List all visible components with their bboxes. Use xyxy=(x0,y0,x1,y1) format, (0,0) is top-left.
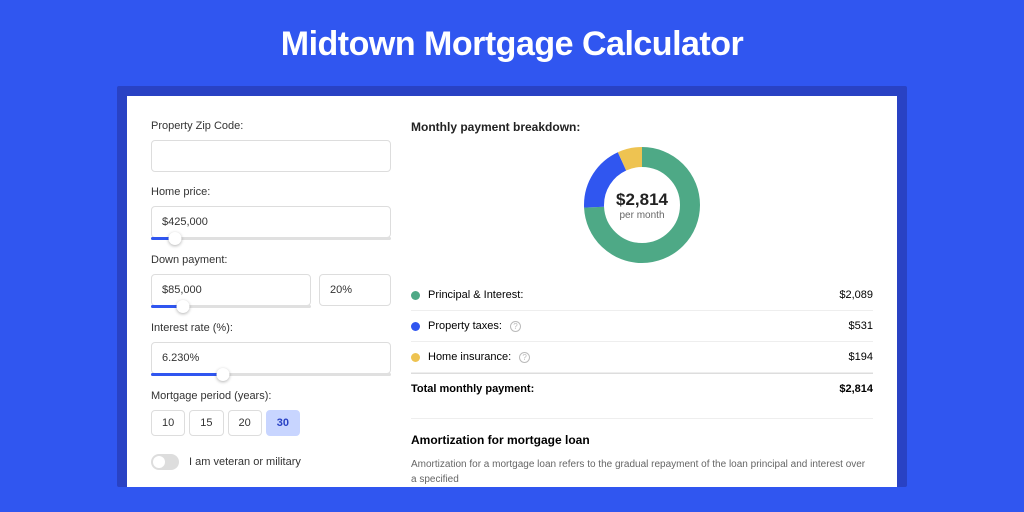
period-pills: 10 15 20 30 xyxy=(151,410,391,436)
zip-input[interactable] xyxy=(151,140,391,172)
breakdown-label: Home insurance: xyxy=(428,351,511,363)
field-down-payment: Down payment: xyxy=(151,254,391,308)
total-value: $2,814 xyxy=(839,383,873,395)
slider-thumb[interactable] xyxy=(169,232,182,245)
breakdown-value: $2,089 xyxy=(839,289,873,301)
veteran-toggle[interactable] xyxy=(151,454,179,470)
interest-rate-input[interactable] xyxy=(151,342,391,374)
field-home-price: Home price: xyxy=(151,186,391,240)
breakdown-row-principal: Principal & Interest: $2,089 xyxy=(411,280,873,311)
period-option-30[interactable]: 30 xyxy=(266,410,300,436)
field-zip: Property Zip Code: xyxy=(151,120,391,172)
inputs-panel: Property Zip Code: Home price: Down paym… xyxy=(151,120,391,487)
amortization-text: Amortization for a mortgage loan refers … xyxy=(411,457,873,487)
amortization-title: Amortization for mortgage loan xyxy=(411,433,873,447)
breakdown-label: Property taxes: xyxy=(428,320,502,332)
toggle-knob xyxy=(153,456,165,468)
amortization-section: Amortization for mortgage loan Amortizat… xyxy=(411,418,873,487)
breakdown-title: Monthly payment breakdown: xyxy=(411,120,873,134)
down-payment-slider[interactable] xyxy=(151,305,311,308)
breakdown-row-taxes: Property taxes: ? $531 xyxy=(411,311,873,342)
home-price-input[interactable] xyxy=(151,206,391,238)
donut-center: $2,814 per month xyxy=(581,144,703,266)
calculator-card: Property Zip Code: Home price: Down paym… xyxy=(127,96,897,487)
breakdown-label: Principal & Interest: xyxy=(428,289,523,301)
period-label: Mortgage period (years): xyxy=(151,390,391,402)
home-price-slider[interactable] xyxy=(151,237,391,240)
interest-rate-slider[interactable] xyxy=(151,373,391,376)
donut-sub: per month xyxy=(619,210,664,221)
down-payment-percent-input[interactable] xyxy=(319,274,391,306)
slider-thumb[interactable] xyxy=(177,300,190,313)
down-payment-label: Down payment: xyxy=(151,254,391,266)
home-price-label: Home price: xyxy=(151,186,391,198)
dot-icon xyxy=(411,353,420,362)
card-frame: Property Zip Code: Home price: Down paym… xyxy=(117,86,907,487)
info-icon[interactable]: ? xyxy=(510,321,521,332)
period-option-15[interactable]: 15 xyxy=(189,410,223,436)
slider-fill xyxy=(151,373,223,376)
veteran-toggle-row: I am veteran or military xyxy=(151,454,391,470)
zip-label: Property Zip Code: xyxy=(151,120,391,132)
donut-chart: $2,814 per month xyxy=(581,144,703,266)
breakdown-value: $194 xyxy=(849,351,873,363)
dot-icon xyxy=(411,291,420,300)
field-interest-rate: Interest rate (%): xyxy=(151,322,391,376)
dot-icon xyxy=(411,322,420,331)
page-title: Midtown Mortgage Calculator xyxy=(281,25,744,64)
interest-rate-label: Interest rate (%): xyxy=(151,322,391,334)
donut-chart-wrap: $2,814 per month xyxy=(411,144,873,266)
slider-thumb[interactable] xyxy=(217,368,230,381)
period-option-10[interactable]: 10 xyxy=(151,410,185,436)
field-period: Mortgage period (years): 10 15 20 30 xyxy=(151,390,391,436)
breakdown-rows: Principal & Interest: $2,089 Property ta… xyxy=(411,280,873,404)
total-label: Total monthly payment: xyxy=(411,383,534,395)
breakdown-row-insurance: Home insurance: ? $194 xyxy=(411,342,873,373)
period-option-20[interactable]: 20 xyxy=(228,410,262,436)
veteran-label: I am veteran or military xyxy=(189,456,301,468)
donut-amount: $2,814 xyxy=(616,190,668,210)
down-payment-amount-input[interactable] xyxy=(151,274,311,306)
breakdown-total-row: Total monthly payment: $2,814 xyxy=(411,373,873,404)
breakdown-value: $531 xyxy=(849,320,873,332)
breakdown-panel: Monthly payment breakdown: $2,814 per mo… xyxy=(411,120,873,487)
info-icon[interactable]: ? xyxy=(519,352,530,363)
